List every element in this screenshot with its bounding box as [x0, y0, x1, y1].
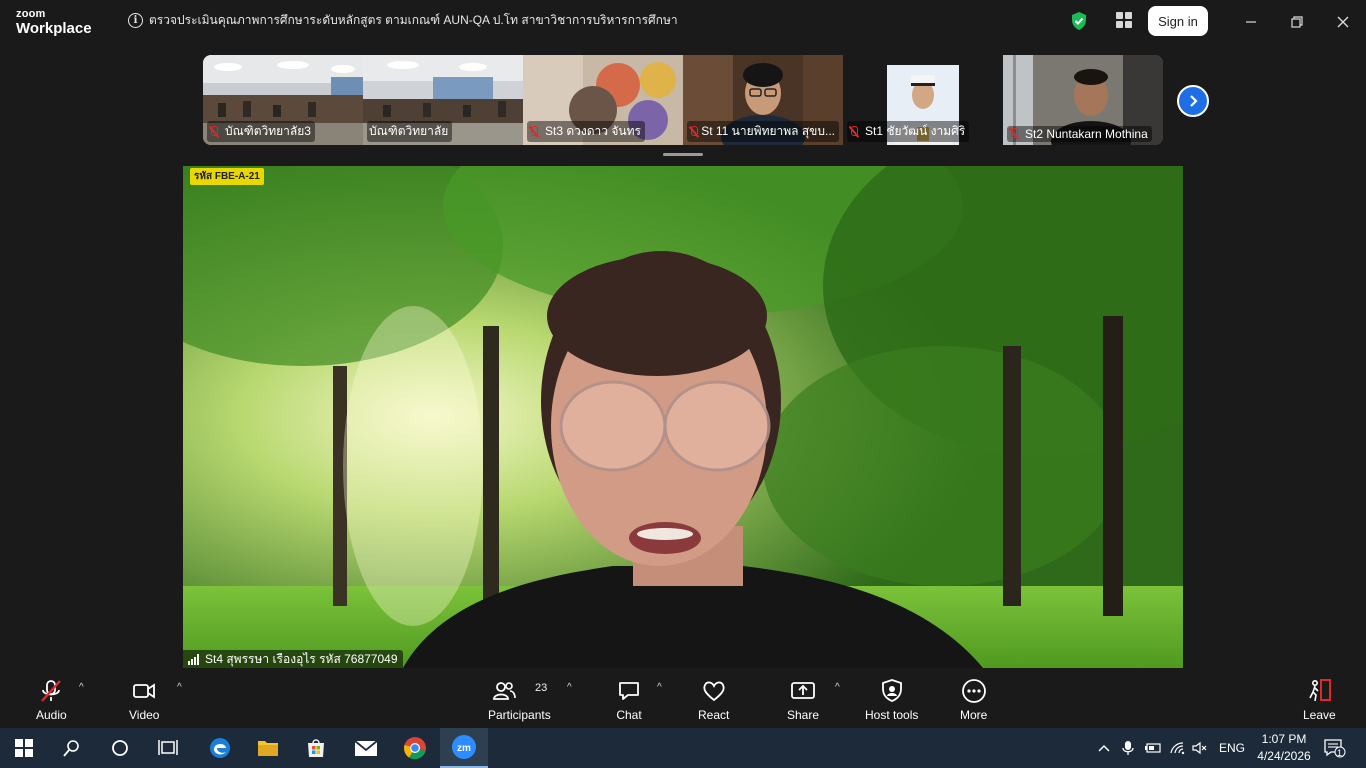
react-button[interactable]: React	[698, 678, 729, 722]
zoom-app-icon[interactable]: zm	[440, 728, 488, 768]
participant-thumbnail[interactable]: St3 ดวงดาว จันทร	[523, 55, 683, 145]
participant-thumbnail[interactable]: St1 ชัยวัฒน์ งามศิริ	[843, 55, 1003, 145]
info-icon[interactable]: i	[128, 13, 143, 28]
strip-resize-handle[interactable]	[663, 153, 703, 156]
title-bar: zoom Workplace i ตรวจประเมินคุณภาพการศึก…	[0, 0, 1366, 44]
share-button[interactable]: Share	[787, 678, 819, 722]
chat-button[interactable]: Chat	[616, 678, 642, 722]
microphone-muted-icon	[689, 125, 699, 138]
clock-time: 1:07 PM	[1261, 732, 1307, 746]
cortana-icon[interactable]	[96, 728, 144, 768]
chat-label: Chat	[616, 708, 642, 722]
zoom-workplace-logo: zoom Workplace	[16, 8, 92, 37]
tray-overflow-chevron-up-icon[interactable]	[1097, 728, 1111, 768]
sign-in-button[interactable]: Sign in	[1148, 6, 1208, 36]
meeting-controls-toolbar: Audio ^ Video ^ Participants 23 ^ Chat ^…	[0, 668, 1366, 728]
audio-options-chevron-up-icon[interactable]: ^	[79, 682, 84, 693]
video-options-chevron-up-icon[interactable]: ^	[177, 682, 182, 693]
video-label: Video	[129, 708, 160, 722]
encryption-shield-icon[interactable]	[1070, 11, 1088, 31]
meeting-title: ตรวจประเมินคุณภาพการศึกษาระดับหลักสูตร ต…	[149, 13, 678, 27]
notification-count-badge: 1	[1337, 748, 1343, 758]
participant-name: St 11 นายพิทยาพล สุขบ...	[701, 124, 835, 138]
leave-label: Leave	[1303, 708, 1336, 722]
video-name-tag: รหัส FBE-A-21	[190, 168, 264, 185]
search-icon[interactable]	[48, 728, 96, 768]
volume-muted-icon[interactable]	[1192, 728, 1208, 768]
host-shield-icon	[881, 679, 902, 702]
notifications-icon[interactable]: 1	[1324, 728, 1346, 768]
meeting-info[interactable]: i ตรวจประเมินคุณภาพการศึกษาระดับหลักสูตร…	[128, 11, 678, 30]
apps-grid-icon[interactable]	[1116, 12, 1132, 28]
file-explorer-icon[interactable]	[244, 728, 292, 768]
microphone-tray-icon[interactable]	[1122, 728, 1134, 768]
logo-zoom-text: zoom	[16, 8, 46, 20]
connection-signal-icon	[188, 653, 199, 665]
participant-thumbnail[interactable]: บัณฑิตวิทยาลัย	[363, 55, 523, 145]
restore-icon[interactable]	[1284, 9, 1310, 35]
participants-options-chevron-up-icon[interactable]: ^	[567, 682, 572, 693]
chat-options-chevron-up-icon[interactable]: ^	[657, 682, 662, 693]
windows-start-icon[interactable]	[0, 728, 48, 768]
participant-name: บัณฑิตวิทยาลัย	[369, 124, 449, 138]
more-dots-icon	[961, 679, 986, 703]
microphone-muted-icon	[209, 125, 219, 138]
active-speaker-video	[183, 166, 1183, 668]
microphone-muted-icon	[529, 125, 539, 138]
windows-taskbar: zm ENG 1:07 PM 4/24/2026 1	[0, 728, 1366, 768]
host-tools-label: Host tools	[865, 708, 919, 722]
participant-name: St1 ชัยวัฒน์ งามศิริ	[865, 124, 966, 138]
chat-bubble-icon	[619, 682, 639, 700]
close-icon[interactable]	[1330, 9, 1356, 35]
share-options-chevron-up-icon[interactable]: ^	[835, 682, 840, 693]
svg-text:zm: zm	[457, 743, 471, 754]
battery-icon[interactable]	[1144, 728, 1162, 768]
share-label: Share	[787, 708, 820, 722]
chrome-browser-icon[interactable]	[391, 728, 439, 768]
participant-thumbnail[interactable]: St 11 นายพิทยาพล สุขบ...	[683, 55, 843, 145]
participants-icon	[493, 682, 517, 700]
leave-button[interactable]: Leave	[1303, 678, 1336, 722]
clock-date: 4/24/2026	[1257, 749, 1311, 763]
participant-name: St3 ดวงดาว จันทร	[545, 124, 641, 138]
edge-browser-icon[interactable]	[196, 728, 244, 768]
audio-button[interactable]: Audio	[36, 678, 67, 722]
next-page-chevron-right-icon[interactable]	[1177, 85, 1209, 117]
participants-count: 23	[535, 682, 548, 694]
microphone-muted-icon	[1009, 128, 1019, 140]
virtual-background-forest	[183, 166, 1183, 668]
taskbar-clock[interactable]: 1:07 PM 4/24/2026	[1252, 731, 1316, 765]
participant-thumbnail-strip: บัณฑิตวิทยาลัย3 บัณฑิตวิทยาลัย St3 ดวงดา…	[203, 55, 1163, 145]
participant-thumbnail[interactable]: บัณฑิตวิทยาลัย3	[203, 55, 363, 145]
input-language-indicator[interactable]: ENG	[1219, 728, 1245, 768]
participants-label: Participants	[488, 708, 551, 722]
video-button[interactable]: Video	[129, 678, 159, 722]
logo-workplace-text: Workplace	[16, 20, 92, 37]
task-view-icon[interactable]	[144, 728, 192, 768]
share-screen-icon	[791, 682, 815, 699]
mail-icon[interactable]	[342, 728, 390, 768]
wifi-icon[interactable]	[1169, 728, 1185, 768]
participant-name: บัณฑิตวิทยาลัย3	[225, 124, 311, 138]
video-camera-icon	[133, 683, 156, 699]
speaker-name: St4 สุพรรษา เรืองอุไร รหัส 76877049	[205, 651, 398, 666]
heart-icon	[703, 681, 725, 702]
audio-label: Audio	[36, 708, 67, 722]
leave-exit-icon	[1309, 679, 1332, 702]
microphone-muted-icon	[849, 125, 859, 138]
minimize-icon[interactable]	[1238, 9, 1264, 35]
host-tools-button[interactable]: Host tools	[865, 678, 918, 722]
more-button[interactable]: More	[960, 678, 987, 722]
more-label: More	[960, 708, 988, 722]
participant-name: St2 Nuntakarn Mothina	[1025, 127, 1148, 141]
active-speaker-label: St4 สุพรรษา เรืองอุไร รหัส 76877049	[183, 650, 403, 668]
microsoft-store-icon[interactable]	[292, 728, 340, 768]
microphone-muted-icon	[41, 680, 62, 702]
react-label: React	[698, 708, 730, 722]
participant-thumbnail[interactable]: St2 Nuntakarn Mothina	[1003, 55, 1163, 145]
